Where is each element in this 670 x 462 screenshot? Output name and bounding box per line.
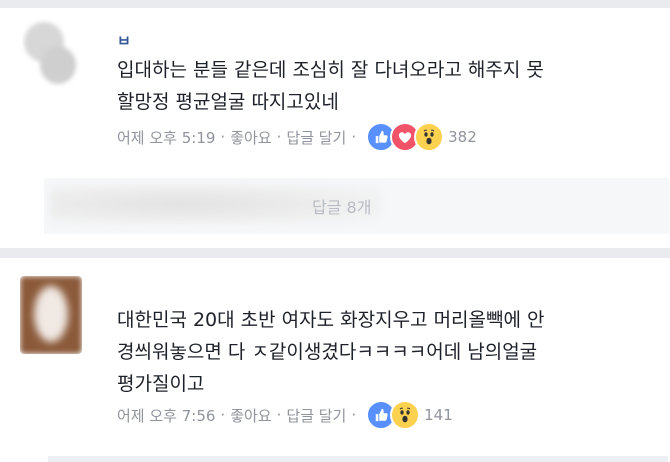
top-divider	[0, 0, 670, 8]
separator-dot: ·	[220, 406, 226, 424]
avatar-blurred[interactable]	[22, 16, 80, 88]
separator-dot: ·	[276, 406, 282, 424]
comment-line: 평가질이고	[117, 373, 205, 395]
wow-icon	[390, 400, 421, 430]
timestamp[interactable]: 어제 오후 7:56	[117, 405, 215, 426]
separator-dot: ·	[351, 406, 357, 424]
replies-count-label[interactable]: 답글 8개	[312, 194, 371, 218]
separator-dot: ·	[351, 128, 357, 146]
comment-line: 입대하는 분들 같은데 조심히 잘 다녀오라고 해주지 못	[117, 59, 544, 81]
comment-meta: 어제 오후 7:56 · 좋아요 · 답글 달기 · 141	[117, 400, 453, 430]
timestamp[interactable]: 어제 오후 5:19	[117, 127, 215, 148]
comment-text: 입대하는 분들 같은데 조심히 잘 다녀오라고 해주지 못 할망정 평균얼굴 따…	[117, 54, 544, 118]
reactions-summary[interactable]: 141	[366, 400, 453, 430]
like-link[interactable]: 좋아요	[230, 127, 271, 148]
next-reply-edge	[48, 456, 668, 462]
wow-icon	[414, 122, 445, 152]
reactions-summary[interactable]: 382	[366, 122, 477, 152]
separator-dot: ·	[220, 128, 226, 146]
like-link[interactable]: 좋아요	[230, 405, 271, 426]
comment-line: 대한민국 20대 초반 여자도 화장지우고 머리올빽에 안	[117, 309, 545, 331]
comment-author[interactable]: ㅂ	[117, 30, 132, 51]
reaction-count: 141	[424, 406, 453, 424]
avatar-blurred[interactable]	[20, 276, 82, 354]
reply-link[interactable]: 답글 달기	[286, 127, 346, 148]
comment-divider	[0, 248, 670, 258]
comment-line: 경씌워놓으면 다 ㅈ같이생겼다ㅋㅋㅋㅋ어데 남의얼굴	[117, 341, 538, 363]
comment-meta: 어제 오후 5:19 · 좋아요 · 답글 달기 · 382	[117, 122, 477, 152]
reaction-count: 382	[448, 128, 477, 146]
reply-link[interactable]: 답글 달기	[286, 405, 346, 426]
comment-2: 대한민국 20대 초반 여자도 화장지우고 머리올빽에 안 경씌워놓으면 다 ㅈ…	[0, 258, 670, 458]
comment-text: 대한민국 20대 초반 여자도 화장지우고 머리올빽에 안 경씌워놓으면 다 ㅈ…	[117, 304, 545, 400]
comment-line: 할망정 평균얼굴 따지고있네	[117, 91, 339, 113]
separator-dot: ·	[276, 128, 282, 146]
